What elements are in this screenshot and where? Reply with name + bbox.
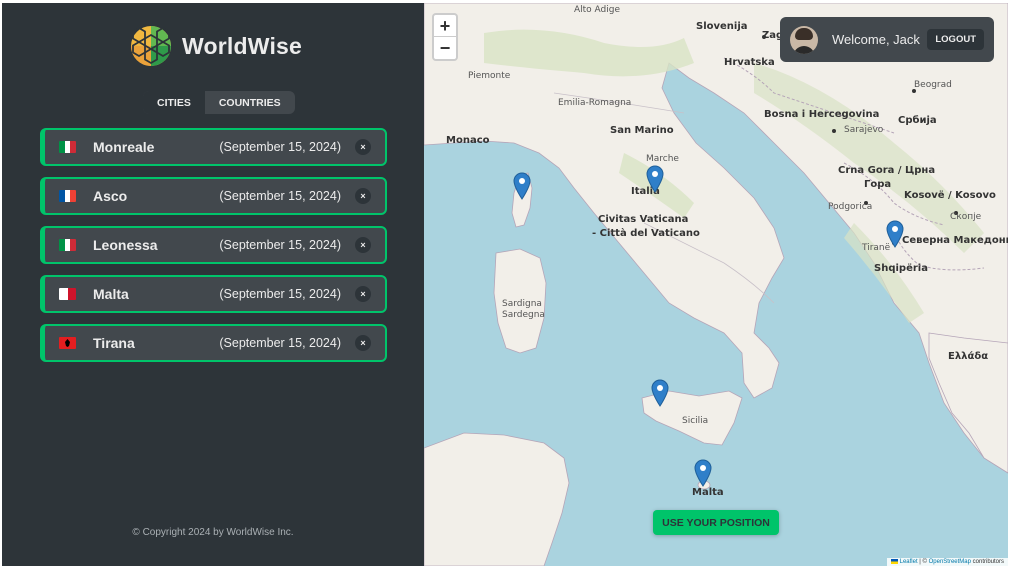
app-window: WorldWise Cities Countries Monreale (Sep… [2, 3, 1008, 566]
albania-flag-icon [59, 337, 76, 349]
user-panel: Welcome, Jack LOGOUT [780, 17, 994, 62]
city-item-asco[interactable]: Asco (September 15, 2024) × [40, 177, 387, 215]
city-date: (September 15, 2024) [219, 287, 341, 301]
map-label: Sicilia [682, 416, 709, 426]
italy-flag-icon [59, 239, 76, 251]
use-position-button[interactable]: USE YOUR POSITION [653, 510, 779, 535]
welcome-text: Welcome, Jack [832, 32, 920, 47]
france-flag-icon [59, 190, 76, 202]
attribution-separator: | © [917, 559, 929, 565]
city-name: Leonessa [93, 237, 158, 253]
map-label: Civitas Vaticana [598, 214, 689, 225]
city-name: Asco [93, 188, 128, 204]
city-date: (September 15, 2024) [219, 140, 341, 154]
tab-countries[interactable]: Countries [205, 91, 295, 114]
city-list: Monreale (September 15, 2024) × Asco (Se… [40, 128, 387, 373]
map-label: - Città del Vaticano [592, 228, 700, 239]
city-item-leonessa[interactable]: Leonessa (September 15, 2024) × [40, 226, 387, 264]
ukraine-flag-icon [890, 558, 898, 564]
logout-button[interactable]: LOGOUT [927, 29, 984, 50]
map-label: Malta [692, 487, 724, 498]
map-label: Kosovë / Kosovo [904, 190, 996, 201]
map-label: Emilia-Romagna [558, 98, 632, 108]
map-pin-icon[interactable] [513, 172, 531, 200]
city-item-malta[interactable]: Malta (September 15, 2024) × [40, 275, 387, 313]
logo[interactable]: WorldWise [130, 25, 302, 67]
map-label: Alto Adige [574, 5, 621, 15]
map-container[interactable]: Slovenija Zagreb Hrvatska Beograd Bosna … [424, 3, 1008, 566]
avatar [790, 25, 818, 54]
city-name: Malta [93, 286, 129, 302]
map-pin-icon[interactable] [646, 165, 664, 193]
delete-city-button[interactable]: × [355, 335, 371, 351]
globe-hex-logo-icon [131, 26, 171, 66]
malta-flag-icon [59, 288, 76, 300]
map-label: Slovenija [696, 21, 748, 32]
map-label: Piemonte [468, 71, 511, 81]
map-label: Shqipëria [874, 263, 928, 274]
map-label: Sardegna [502, 310, 545, 320]
zoom-out-button[interactable]: − [434, 37, 456, 59]
zoom-in-button[interactable]: + [434, 15, 456, 37]
city-item-monreale[interactable]: Monreale (September 15, 2024) × [40, 128, 387, 166]
city-name: Tirana [93, 335, 135, 351]
city-date: (September 15, 2024) [219, 238, 341, 252]
italy-flag-icon [59, 141, 76, 153]
osm-link[interactable]: OpenStreetMap [929, 559, 971, 565]
map-pin-icon[interactable] [651, 379, 669, 407]
city-date: (September 15, 2024) [219, 336, 341, 350]
map-label: Sardigna [502, 299, 542, 309]
map-label: Bosna i Hercegovina [764, 109, 880, 120]
map-label: Podgorica [828, 202, 873, 212]
delete-city-button[interactable]: × [355, 188, 371, 204]
city-date: (September 15, 2024) [219, 189, 341, 203]
delete-city-button[interactable]: × [355, 237, 371, 253]
map-label: Crna Gora / Црна [838, 165, 936, 176]
map-pin-icon[interactable] [694, 459, 712, 487]
map-label: Marche [646, 154, 679, 164]
map-label: San Marino [610, 125, 674, 136]
map-label: Гора [864, 179, 892, 190]
zoom-control: + − [432, 13, 458, 61]
city-name: Monreale [93, 139, 155, 155]
delete-city-button[interactable]: × [355, 139, 371, 155]
map-label: Скопје [950, 212, 982, 222]
map-label: Beograd [914, 80, 952, 90]
copyright-footer: © Copyright 2024 by WorldWise Inc. [132, 527, 294, 538]
map-label: Hrvatska [724, 57, 775, 68]
map-label: Србија [898, 115, 937, 126]
sidebar-tabs: Cities Countries [143, 91, 295, 114]
map-label: Sarajevo [844, 125, 884, 135]
tab-cities[interactable]: Cities [143, 91, 205, 114]
leaflet-link[interactable]: Leaflet [900, 559, 918, 565]
app-name: WorldWise [182, 32, 303, 59]
map-attribution: Leaflet | © OpenStreetMap contributors [886, 557, 1008, 566]
map-label: Monaco [446, 135, 490, 146]
delete-city-button[interactable]: × [355, 286, 371, 302]
sidebar: WorldWise Cities Countries Monreale (Sep… [2, 3, 424, 566]
attribution-tail: contributors [970, 559, 1004, 565]
city-item-tirana[interactable]: Tirana (September 15, 2024) × [40, 324, 387, 362]
map-label: Ελλάδα [948, 351, 989, 362]
map-pin-icon[interactable] [886, 220, 904, 248]
map-label: Северна Македонија [902, 235, 1008, 246]
